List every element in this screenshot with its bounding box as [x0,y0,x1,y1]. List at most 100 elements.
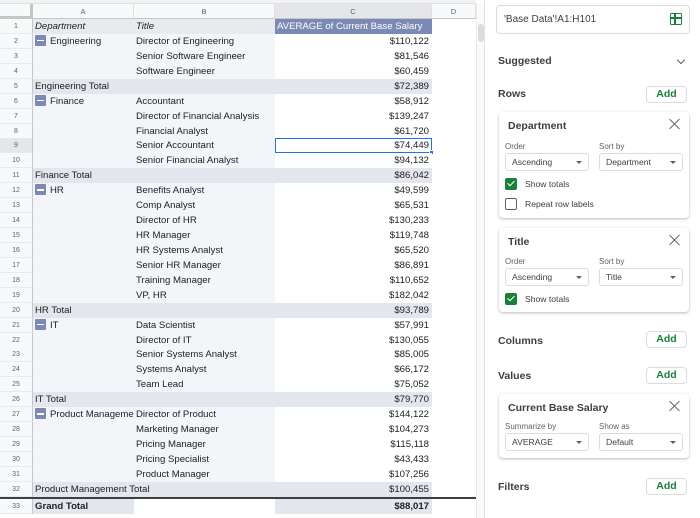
row-number[interactable]: 24 [0,362,33,378]
cell-department[interactable] [33,48,134,64]
sort-by-dropdown[interactable]: Title [599,268,683,286]
cell-title[interactable]: Senior Financial Analyst [134,153,275,169]
cell-empty[interactable] [432,303,476,318]
cell-empty[interactable] [432,34,476,49]
collapse-minus-icon[interactable] [35,94,46,106]
cell-title[interactable]: Software Engineer [134,63,275,79]
column-header-a[interactable]: A [33,4,134,19]
cell-value[interactable]: $79,770 [275,392,432,408]
row-number[interactable]: 17 [0,257,33,273]
cell-department[interactable] [33,466,134,482]
cell-empty[interactable] [432,19,476,34]
cell-title[interactable]: Senior Systems Analyst [134,347,275,363]
cell-title[interactable]: Data Scientist [134,317,275,333]
column-header-d[interactable]: D [432,4,476,19]
cell-empty[interactable] [432,467,476,482]
cell-department[interactable] [33,347,134,363]
repeat-row-labels-checkbox[interactable] [505,198,517,210]
chevron-down-icon[interactable] [676,55,686,65]
show-totals-checkbox[interactable] [505,293,517,305]
summarize-by-dropdown[interactable]: AVERAGE [505,433,589,451]
cell-empty[interactable] [432,318,476,333]
cell-empty[interactable] [432,482,476,497]
cell-value[interactable]: $93,789 [275,302,432,318]
cell-title[interactable]: Director of HR [134,213,275,229]
collapse-minus-icon[interactable] [35,184,46,196]
cell-empty[interactable] [432,377,476,392]
cell-value[interactable]: $86,891 [275,257,432,273]
cell-empty[interactable] [432,243,476,258]
cell-title[interactable]: HR Systems Analyst [134,242,275,258]
row-number[interactable]: 5 [0,78,33,94]
cell-department[interactable]: Engineering [33,33,134,49]
cell-title[interactable]: Financial Analyst [134,123,275,139]
close-icon[interactable] [669,400,681,412]
cell-department[interactable] [33,287,134,303]
row-number[interactable]: 20 [0,302,33,318]
cell-value[interactable]: $81,546 [275,48,432,64]
cell-empty[interactable] [432,138,476,153]
cell-value[interactable]: $75,052 [275,377,432,393]
row-number[interactable]: 1 [0,19,33,34]
cell-title[interactable] [134,303,275,318]
cell-value[interactable]: $66,172 [275,362,432,378]
cell-empty[interactable] [432,347,476,362]
cell-empty[interactable] [432,198,476,213]
cell-department[interactable] [33,153,134,169]
cell-title[interactable] [134,499,275,514]
row-number[interactable]: 4 [0,63,33,79]
cell-value[interactable]: $100,455 [275,481,432,497]
cell-value[interactable]: $94,132 [275,153,432,169]
show-as-dropdown[interactable]: Default [599,433,683,451]
cell-department[interactable]: HR [33,183,134,199]
row-number[interactable]: 19 [0,287,33,303]
cell-empty[interactable] [432,228,476,243]
cell-empty[interactable] [432,362,476,377]
cell-title[interactable]: VP, HR [134,287,275,303]
row-number[interactable]: 15 [0,228,33,244]
row-number[interactable]: 11 [0,168,33,184]
cell-value[interactable]: $43,433 [275,451,432,467]
cell-value[interactable]: $130,055 [275,332,432,348]
header-value[interactable]: AVERAGE of Current Base Salary [275,19,432,34]
cell-empty[interactable] [432,79,476,94]
cell-empty[interactable] [432,153,476,168]
row-number[interactable]: 28 [0,422,33,438]
close-icon[interactable] [669,234,681,246]
collapse-minus-icon[interactable] [35,408,46,420]
row-number[interactable]: 2 [0,33,33,49]
cell-empty[interactable] [432,168,476,183]
cell-value[interactable]: $139,247 [275,108,432,124]
cell-title[interactable]: Senior Accountant [134,138,275,154]
cell-value[interactable]: $49,599 [275,183,432,199]
cell-title[interactable]: Training Manager [134,272,275,288]
cell-empty[interactable] [432,94,476,109]
cell-empty[interactable] [432,109,476,124]
row-number[interactable]: 27 [0,407,33,423]
row-number[interactable]: 8 [0,123,33,139]
cell-title[interactable]: Marketing Manager [134,422,275,438]
row-number[interactable]: 7 [0,108,33,124]
cell-title[interactable] [134,482,275,497]
cell-value[interactable]: $60,459 [275,63,432,79]
add-values-button[interactable]: Add [646,367,687,384]
show-totals-checkbox[interactable] [505,178,517,190]
collapse-minus-icon[interactable] [35,318,46,330]
cell-value[interactable]: $57,991 [275,317,432,333]
cell-value[interactable]: $119,748 [275,228,432,244]
cell-title[interactable] [134,168,275,183]
cell-department[interactable] [33,362,134,378]
row-number[interactable]: 29 [0,437,33,453]
cell-empty[interactable] [432,422,476,437]
cell-empty[interactable] [432,183,476,198]
order-dropdown[interactable]: Ascending [505,153,589,171]
cell-title[interactable]: Director of Engineering [134,33,275,49]
row-number[interactable]: 31 [0,466,33,482]
cell-department[interactable] [33,422,134,438]
cell-value[interactable]: $182,042 [275,287,432,303]
close-icon[interactable] [669,118,681,130]
cell-value[interactable]: $58,912 [275,93,432,109]
cell-department[interactable]: Product Management [33,407,134,423]
row-number[interactable]: 21 [0,317,33,333]
suggested-label[interactable]: Suggested [498,55,552,67]
